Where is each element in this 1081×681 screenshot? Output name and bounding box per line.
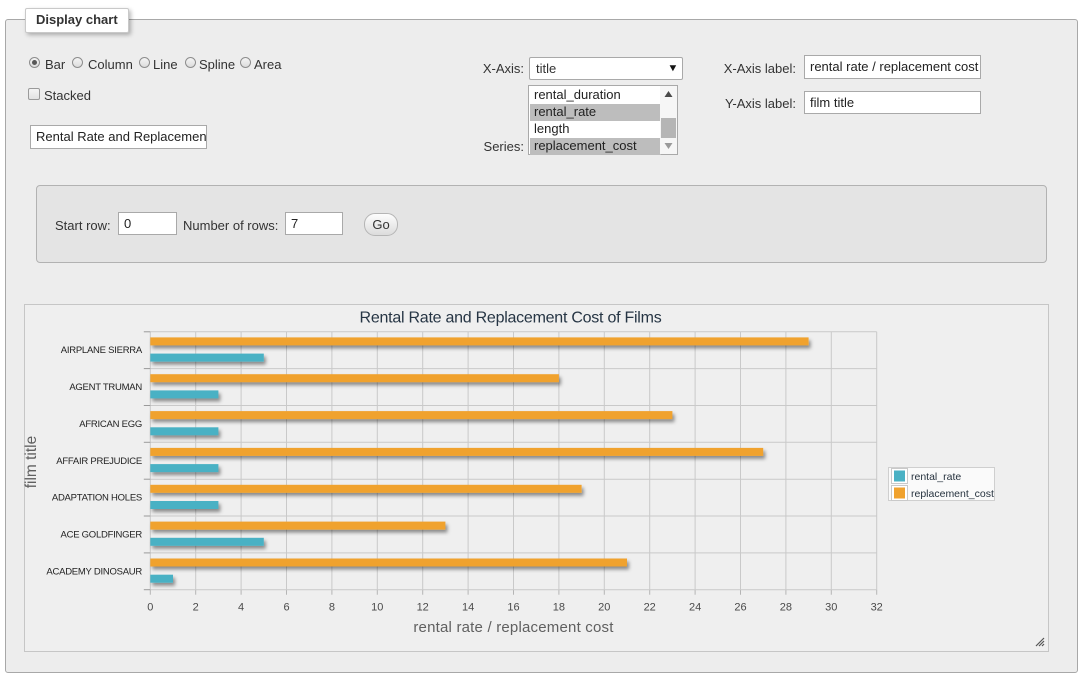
svg-text:32: 32 xyxy=(871,602,883,614)
svg-text:ACE GOLDFINGER: ACE GOLDFINGER xyxy=(61,529,143,540)
svg-text:AIRPLANE SIERRA: AIRPLANE SIERRA xyxy=(61,345,143,356)
svg-text:28: 28 xyxy=(780,602,792,614)
svg-text:8: 8 xyxy=(329,602,335,614)
svg-text:AGENT TRUMAN: AGENT TRUMAN xyxy=(69,382,142,393)
svg-text:AFRICAN EGG: AFRICAN EGG xyxy=(79,419,142,430)
svg-text:ADAPTATION HOLES: ADAPTATION HOLES xyxy=(52,493,142,504)
svg-text:18: 18 xyxy=(553,602,565,614)
svg-text:20: 20 xyxy=(598,602,610,614)
svg-text:2: 2 xyxy=(193,602,199,614)
svg-text:ACADEMY DINOSAUR: ACADEMY DINOSAUR xyxy=(46,566,142,577)
svg-text:24: 24 xyxy=(689,602,701,614)
svg-text:AFFAIR PREJUDICE: AFFAIR PREJUDICE xyxy=(56,456,142,467)
svg-text:30: 30 xyxy=(825,602,837,614)
svg-text:Rental Rate and Replacement Co: Rental Rate and Replacement Cost of Film… xyxy=(360,310,662,327)
svg-text:16: 16 xyxy=(507,602,519,614)
svg-text:14: 14 xyxy=(462,602,474,614)
svg-text:26: 26 xyxy=(734,602,746,614)
svg-text:10: 10 xyxy=(371,602,383,614)
svg-text:12: 12 xyxy=(417,602,429,614)
svg-text:rental_rate: rental_rate xyxy=(911,471,961,483)
svg-text:rental rate / replacement cost: rental rate / replacement cost xyxy=(413,619,614,636)
svg-text:film title: film title xyxy=(23,436,40,489)
svg-text:replacement_cost: replacement_cost xyxy=(911,488,994,500)
svg-text:4: 4 xyxy=(238,602,244,614)
svg-text:22: 22 xyxy=(644,602,656,614)
svg-text:0: 0 xyxy=(147,602,153,614)
svg-text:6: 6 xyxy=(283,602,289,614)
